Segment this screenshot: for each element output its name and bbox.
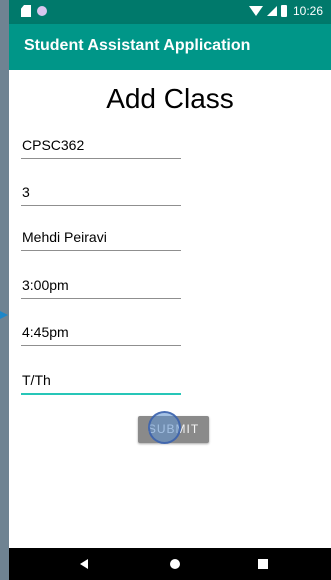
app-title: Student Assistant Application — [24, 37, 251, 54]
course-field[interactable]: CPSC362 — [21, 136, 181, 159]
home-icon[interactable] — [170, 559, 180, 569]
days-field[interactable]: T/Th — [21, 371, 181, 395]
signal-icon — [266, 6, 277, 16]
instructor-value: Mehdi Peiravi — [22, 229, 107, 245]
start-time-value: 3:00pm — [22, 277, 69, 293]
phone-screen: 10:26 Student Assistant Application Add … — [9, 0, 331, 580]
instructor-field[interactable]: Mehdi Peiravi — [21, 228, 181, 251]
wifi-icon — [248, 6, 263, 16]
side-arrow-icon — [0, 311, 8, 319]
battery-icon — [280, 5, 287, 17]
sd-card-icon — [21, 5, 31, 17]
add-class-form: Add Class CPSC362 3 Mehdi Peiravi 3:00pm… — [9, 70, 331, 548]
end-time-value: 4:45pm — [22, 324, 69, 340]
notification-dot-icon — [37, 6, 47, 16]
units-value: 3 — [22, 184, 30, 200]
touch-indicator — [148, 411, 181, 444]
app-bar: Student Assistant Application — [9, 24, 331, 70]
days-value: T/Th — [22, 372, 51, 388]
back-icon[interactable] — [80, 559, 88, 569]
page-title: Add Class — [106, 83, 234, 114]
status-time: 10:26 — [292, 4, 323, 18]
recent-apps-icon[interactable] — [258, 559, 268, 569]
status-right-icons: 10:26 — [248, 4, 323, 18]
end-time-field[interactable]: 4:45pm — [21, 323, 181, 346]
status-bar: 10:26 — [9, 0, 331, 24]
units-field[interactable]: 3 — [21, 183, 181, 206]
course-value: CPSC362 — [22, 137, 85, 153]
left-background-strip — [0, 0, 9, 580]
status-left-icons — [21, 5, 47, 17]
navigation-bar — [9, 548, 331, 580]
start-time-field[interactable]: 3:00pm — [21, 276, 181, 299]
